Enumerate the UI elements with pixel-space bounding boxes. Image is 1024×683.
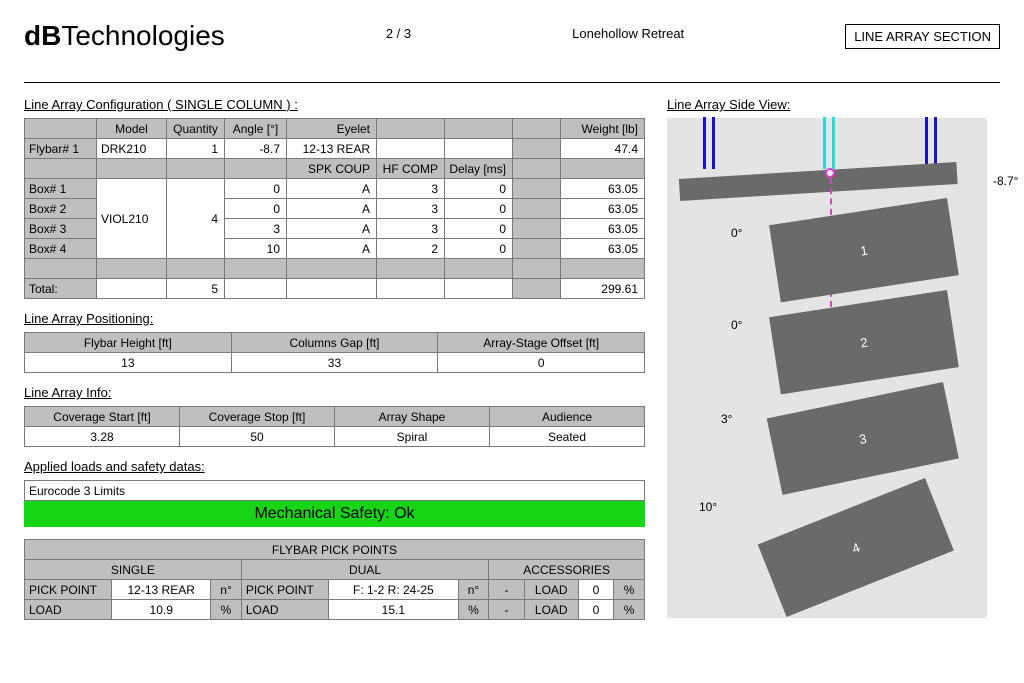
box-4: 4 [758,478,954,617]
sideview-title: Line Array Side View: [667,97,1000,112]
safety-table: Eurocode 3 Limits Mechanical Safety: Ok [24,480,645,527]
pivot-dot [825,168,835,178]
flybar-shape [679,162,958,201]
info-table: Coverage Start [ft] Coverage Stop [ft] A… [24,406,645,447]
divider [24,82,1000,83]
config-table: Model Quantity Angle [°] Eyelet Weight [… [24,118,645,299]
box-2: 2 [769,290,959,394]
pickpoints-table: FLYBAR PICK POINTS SINGLE DUAL ACCESSORI… [24,539,645,620]
section-badge: LINE ARRAY SECTION [845,24,1000,49]
page-number: 2 / 3 [386,26,411,41]
venue-name: Lonehollow Retreat [572,26,684,41]
flybar-angle-label: -8.7° [993,174,1018,188]
side-view-diagram: 1 2 3 4 0° 0° 3° 10° [667,118,987,618]
safety-title: Applied loads and safety datas: [24,459,645,474]
box-3: 3 [767,382,959,495]
config-title: Line Array Configuration ( SINGLE COLUMN… [24,97,645,112]
positioning-title: Line Array Positioning: [24,311,645,326]
brand-logo: dBTechnologies [24,20,225,52]
positioning-table: Flybar Height [ft] Columns Gap [ft] Arra… [24,332,645,373]
safety-status: Mechanical Safety: Ok [25,501,645,527]
box-1: 1 [769,198,959,302]
info-title: Line Array Info: [24,385,645,400]
